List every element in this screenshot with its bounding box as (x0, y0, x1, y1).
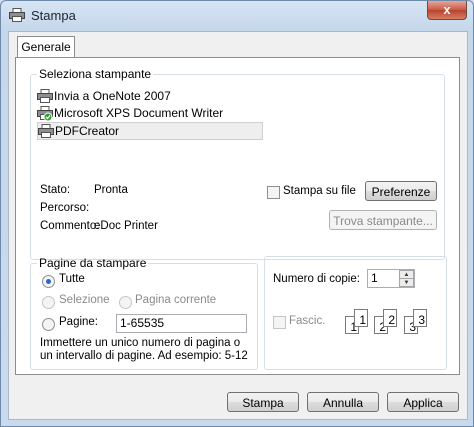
page-range-legend: Pagine da stampare (39, 256, 147, 270)
print-to-file-label: Stampa su file (283, 185, 356, 197)
title-bar: Stampa x (1, 1, 473, 29)
cancel-button[interactable]: Annulla (307, 392, 379, 412)
all-pages-radio[interactable] (42, 275, 55, 288)
printer-item-xps[interactable]: Microsoft XPS Document Writer (37, 105, 257, 121)
print-to-file-checkbox[interactable] (267, 186, 280, 199)
preferences-button[interactable]: Preferenze (365, 181, 437, 201)
close-button[interactable]: x (427, 1, 467, 20)
printer-icon (9, 8, 25, 22)
printer-icon (37, 89, 53, 103)
collate-page: 1 (354, 309, 368, 327)
find-printer-button[interactable]: Trova stampante... (329, 210, 437, 230)
print-dialog-window: Stampa x Generale Seleziona stampante In… (0, 0, 474, 427)
pages-hint: Immettere un unico numero di pagina o un… (40, 337, 248, 362)
dialog-client-area: Generale Seleziona stampante Invia a One… (8, 31, 468, 420)
collate-page: 3 (413, 309, 427, 327)
pages-input[interactable]: 1-65535 (116, 314, 247, 333)
printer-item-onenote[interactable]: Invia a OneNote 2007 (37, 88, 257, 104)
pages-label: Pagine: (59, 316, 99, 328)
copies-label: Numero di copie: (273, 273, 360, 285)
collate-illustration: 1 1 2 2 3 3 (345, 306, 445, 340)
printer-name: PDFCreator (55, 124, 120, 138)
printer-icon (38, 124, 54, 138)
selection-radio[interactable] (42, 296, 55, 309)
collate-page: 2 (383, 309, 397, 327)
comment-label: Commento: (40, 220, 100, 232)
printer-selection-legend: Seleziona stampante (39, 67, 152, 81)
printer-default-icon (37, 106, 53, 121)
status-label: Stato: (40, 184, 71, 196)
general-tab-panel: Seleziona stampante Invia a OneNote 2007 (15, 57, 460, 375)
printer-name: Invia a OneNote 2007 (54, 89, 171, 103)
collate-label: Fascic. (289, 315, 326, 327)
apply-button[interactable]: Applica (387, 392, 459, 412)
print-button[interactable]: Stampa (227, 392, 299, 412)
tab-generale[interactable]: Generale (17, 36, 75, 57)
printer-item-pdfcreator[interactable]: PDFCreator (37, 122, 263, 140)
comment-value: eDoc Printer (94, 220, 158, 232)
copies-down-button[interactable]: ▼ (399, 278, 414, 287)
all-pages-label: Tutte (59, 273, 85, 285)
current-page-label: Pagina corrente (135, 294, 217, 306)
selection-label: Selezione (59, 294, 110, 306)
printer-list[interactable]: Invia a OneNote 2007 Microsoft XPS Docum… (37, 86, 435, 164)
status-value: Pronta (94, 184, 128, 196)
path-label: Percorso: (40, 202, 90, 214)
window-title: Stampa (31, 8, 76, 23)
collate-checkbox[interactable] (273, 316, 286, 329)
current-page-radio[interactable] (119, 296, 132, 309)
pages-radio[interactable] (42, 318, 55, 331)
printer-name: Microsoft XPS Document Writer (54, 106, 224, 120)
